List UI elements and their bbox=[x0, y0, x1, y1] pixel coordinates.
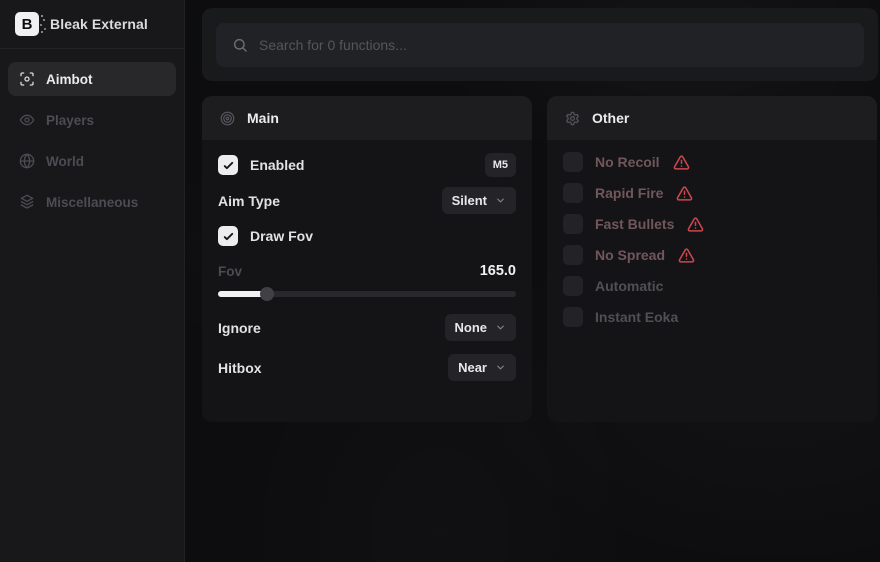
draw-fov-checkbox[interactable] bbox=[218, 226, 238, 246]
ignore-row: Ignore None bbox=[218, 314, 516, 341]
other-row: Automatic bbox=[563, 276, 861, 296]
layers-icon bbox=[19, 194, 35, 210]
sidebar-item-world[interactable]: World bbox=[8, 144, 176, 178]
ignore-select[interactable]: None bbox=[445, 314, 517, 341]
app-logo: B bbox=[15, 12, 39, 36]
sidebar: B Bleak External Aimbot Players World bbox=[0, 0, 185, 562]
panel-title: Other bbox=[592, 110, 629, 126]
automatic-checkbox[interactable] bbox=[563, 276, 583, 296]
panel-main-body: Enabled M5 Aim Type Silent Draw Fov Fov bbox=[202, 151, 532, 381]
eye-icon bbox=[19, 112, 35, 128]
sidebar-item-label: World bbox=[46, 154, 84, 169]
enabled-checkbox[interactable] bbox=[218, 155, 238, 175]
warning-triangle-icon bbox=[676, 185, 693, 202]
no-recoil-label: No Recoil bbox=[595, 154, 660, 170]
hitbox-value: Near bbox=[458, 360, 487, 375]
aim-type-value: Silent bbox=[452, 193, 487, 208]
aim-type-select[interactable]: Silent bbox=[442, 187, 516, 214]
other-row: Instant Eoka bbox=[563, 307, 861, 327]
draw-fov-label: Draw Fov bbox=[250, 228, 313, 244]
sidebar-item-label: Aimbot bbox=[46, 72, 93, 87]
fov-header: Fov 165.0 bbox=[218, 262, 516, 280]
warning-triangle-icon bbox=[687, 216, 704, 233]
other-row: Rapid Fire bbox=[563, 183, 861, 203]
search-input[interactable] bbox=[259, 37, 848, 53]
other-row: No Spread bbox=[563, 245, 861, 265]
panel-other-header: Other bbox=[547, 96, 877, 140]
hitbox-label: Hitbox bbox=[218, 360, 262, 376]
other-row: No Recoil bbox=[563, 152, 861, 172]
automatic-label: Automatic bbox=[595, 278, 663, 294]
other-row: Fast Bullets bbox=[563, 214, 861, 234]
hitbox-select[interactable]: Near bbox=[448, 354, 516, 381]
no-spread-label: No Spread bbox=[595, 247, 665, 263]
fast-bullets-label: Fast Bullets bbox=[595, 216, 674, 232]
enabled-label: Enabled bbox=[250, 157, 304, 173]
app-title: Bleak External bbox=[50, 16, 148, 32]
chevron-down-icon bbox=[495, 195, 506, 206]
ignore-label: Ignore bbox=[218, 320, 261, 336]
sidebar-item-aimbot[interactable]: Aimbot bbox=[8, 62, 176, 96]
chevron-down-icon bbox=[495, 322, 506, 333]
instant-eoka-label: Instant Eoka bbox=[595, 309, 678, 325]
sidebar-nav: Aimbot Players World Miscellaneous bbox=[0, 62, 184, 219]
chevron-down-icon bbox=[495, 362, 506, 373]
sidebar-item-label: Players bbox=[46, 113, 94, 128]
fast-bullets-checkbox[interactable] bbox=[563, 214, 583, 234]
app-header: B Bleak External bbox=[0, 0, 184, 49]
hitbox-row: Hitbox Near bbox=[218, 354, 516, 381]
sidebar-item-miscellaneous[interactable]: Miscellaneous bbox=[8, 185, 176, 219]
enabled-keybind-button[interactable]: M5 bbox=[485, 153, 516, 177]
gear-icon bbox=[565, 111, 580, 126]
instant-eoka-checkbox[interactable] bbox=[563, 307, 583, 327]
search-box[interactable] bbox=[216, 23, 864, 67]
sidebar-item-players[interactable]: Players bbox=[8, 103, 176, 137]
panel-other: Other No Recoil Rapid Fire Fast Bullets bbox=[547, 96, 877, 422]
search-container bbox=[202, 8, 878, 81]
panel-main: Main Enabled M5 Aim Type Silent bbox=[202, 96, 532, 422]
warning-triangle-icon bbox=[673, 154, 690, 171]
fov-label: Fov bbox=[218, 264, 242, 279]
fov-slider[interactable] bbox=[218, 287, 516, 301]
panel-main-header: Main bbox=[202, 96, 532, 140]
rapid-fire-label: Rapid Fire bbox=[595, 185, 663, 201]
panel-other-body: No Recoil Rapid Fire Fast Bullets No Spr… bbox=[547, 140, 877, 327]
target-icon bbox=[220, 111, 235, 126]
rapid-fire-checkbox[interactable] bbox=[563, 183, 583, 203]
aim-type-row: Aim Type Silent bbox=[218, 187, 516, 214]
fov-value: 165.0 bbox=[480, 263, 516, 279]
no-recoil-checkbox[interactable] bbox=[563, 152, 583, 172]
draw-fov-row: Draw Fov bbox=[218, 223, 516, 249]
warning-triangle-icon bbox=[678, 247, 695, 264]
aim-type-label: Aim Type bbox=[218, 193, 280, 209]
sidebar-item-label: Miscellaneous bbox=[46, 195, 138, 210]
crosshair-focus-icon bbox=[19, 71, 35, 87]
globe-icon bbox=[19, 153, 35, 169]
search-icon bbox=[232, 37, 248, 53]
enabled-row: Enabled M5 bbox=[218, 151, 516, 179]
panel-title: Main bbox=[247, 110, 279, 126]
fov-slider-thumb[interactable] bbox=[260, 287, 274, 301]
ignore-value: None bbox=[455, 320, 488, 335]
logo-letter: B bbox=[22, 16, 33, 33]
no-spread-checkbox[interactable] bbox=[563, 245, 583, 265]
